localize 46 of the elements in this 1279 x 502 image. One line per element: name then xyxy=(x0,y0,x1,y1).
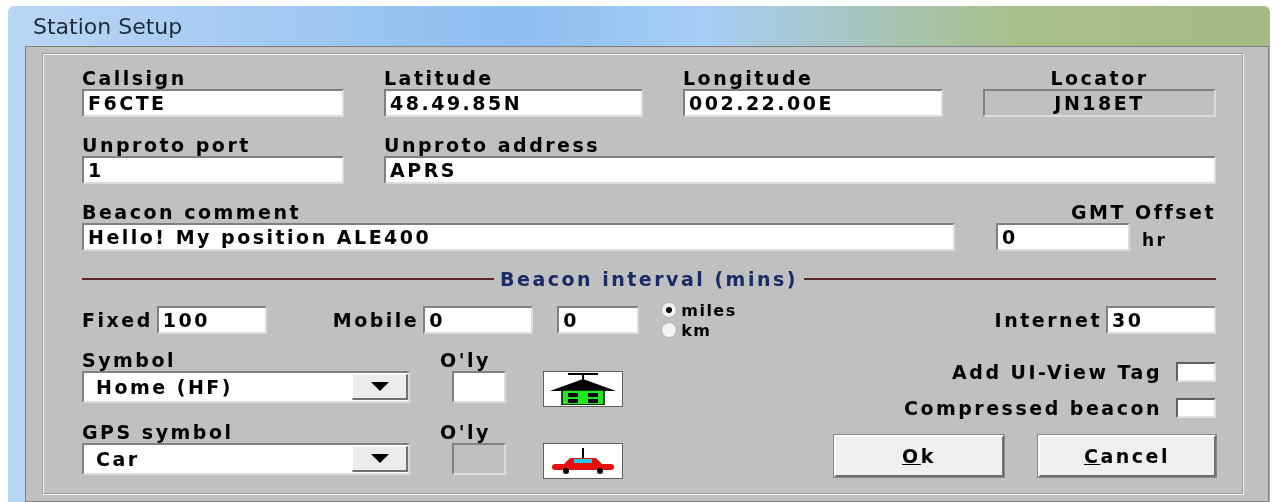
caret-icon xyxy=(370,382,389,391)
field-label: GMT Offset xyxy=(1069,201,1216,223)
field-label: O'ly xyxy=(439,421,492,443)
field-label: O'ly xyxy=(439,349,492,371)
option-label: Compressed beacon xyxy=(903,397,1162,419)
field-label: Internet xyxy=(994,309,1102,331)
field-label: Mobile xyxy=(332,309,420,331)
input-field[interactable]: 002.22.00E xyxy=(683,89,943,117)
input-field[interactable]: 0 xyxy=(557,306,640,334)
window-title: Station Setup xyxy=(32,13,183,39)
input-field[interactable]: 48.49.85N xyxy=(384,89,643,117)
input-field[interactable]: 1 xyxy=(82,156,344,184)
field-label: Callsign xyxy=(82,67,188,89)
field-label: Longitude xyxy=(683,67,815,89)
field-label: Unproto port xyxy=(82,134,252,156)
input-field[interactable]: 0 xyxy=(423,306,534,334)
input-field[interactable]: 0 xyxy=(996,223,1130,251)
input-field[interactable]: Hello! My position ALE400 xyxy=(82,223,955,251)
house-icon xyxy=(548,373,618,405)
field-label: Unproto address xyxy=(384,134,602,156)
unit-radio[interactable]: miles xyxy=(661,301,737,319)
option-checkbox[interactable] xyxy=(1176,362,1216,382)
locator-field[interactable]: JN18ET xyxy=(983,89,1216,117)
input-field[interactable]: 100 xyxy=(156,306,267,334)
unit-radio[interactable]: km xyxy=(661,321,737,339)
overlay-field[interactable] xyxy=(452,371,506,403)
input-field[interactable]: F6CTE xyxy=(82,89,344,117)
field-label: Locator xyxy=(1049,67,1150,89)
unit-label: hr xyxy=(1142,229,1168,251)
field-label: GPS symbol xyxy=(82,421,235,443)
cancel-button[interactable]: Cancel xyxy=(1038,435,1216,477)
caret-icon xyxy=(370,454,389,463)
section-title: Beacon interval (mins) xyxy=(499,268,799,290)
input-field[interactable]: 30 xyxy=(1106,306,1216,334)
option-label: Add UI-View Tag xyxy=(952,361,1162,383)
option-checkbox[interactable] xyxy=(1176,398,1216,418)
symbol-dropdown[interactable]: Home (HF) xyxy=(82,371,410,403)
field-label: Latitude xyxy=(384,67,495,89)
symbol-button[interactable] xyxy=(543,371,623,407)
symbol-button[interactable] xyxy=(543,443,623,479)
field-label: Beacon comment xyxy=(82,201,303,223)
field-label: Symbol xyxy=(82,349,178,371)
ok-button[interactable]: Ok xyxy=(834,435,1004,477)
symbol-dropdown[interactable]: Car xyxy=(82,443,410,475)
field-label: Fixed xyxy=(82,309,153,331)
input-field[interactable]: APRS xyxy=(384,156,1216,184)
